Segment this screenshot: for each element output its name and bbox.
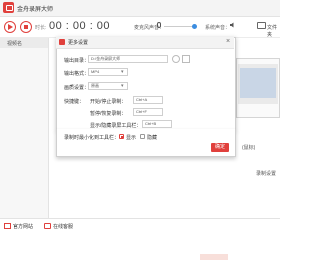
speaker-icon[interactable] <box>230 22 235 28</box>
show-checkbox[interactable] <box>119 134 124 139</box>
output-format-label: 输出格式： <box>64 71 90 77</box>
chevron-down-icon[interactable]: ▾ <box>121 68 124 76</box>
output-dir-field[interactable]: D:\金舟录屏大师 <box>88 55 168 63</box>
system-audio-label: 系统声音： <box>205 25 231 31</box>
output-dir-label: 输出目录： <box>64 58 90 64</box>
background-settings-label[interactable]: 录制设置 <box>256 170 276 177</box>
preview-thumbnail-content <box>240 68 276 98</box>
hotkey-label: 快捷键： <box>64 99 85 105</box>
confirm-button[interactable]: 确定 <box>211 143 229 152</box>
dialog-title: 更多设置 <box>68 40 89 46</box>
folder-icon[interactable] <box>257 22 266 29</box>
online-support-link[interactable]: 在线客服 <box>53 223 73 230</box>
duration-label: 时长: <box>35 25 47 31</box>
pause-resume-hotkey-field[interactable]: Ctrl+F <box>133 108 163 116</box>
pause-resume-hotkey-label: 暂停/恢复录制： <box>90 111 127 117</box>
microphone-icon[interactable] <box>157 22 161 28</box>
mic-volume-slider[interactable] <box>164 26 194 27</box>
mic-volume-knob[interactable] <box>192 24 197 29</box>
background-option-label: (鼠标) <box>242 145 256 151</box>
settings-icon <box>59 39 65 45</box>
decorative-shape <box>200 254 228 260</box>
quality-label: 画质设置： <box>64 85 90 91</box>
recording-timer: 00 : 00 : 00 <box>49 20 111 32</box>
hide-checkbox[interactable] <box>140 134 145 139</box>
video-name-column-header: 视频名 <box>7 41 23 47</box>
chat-icon <box>44 223 51 229</box>
toggle-toolbar-hotkey-label: 显示/隐藏录屏工具栏： <box>90 123 142 129</box>
app-title: 金舟录屏大师 <box>17 7 54 13</box>
record-button[interactable] <box>4 21 16 33</box>
hide-option-label[interactable]: 隐藏 <box>147 134 157 141</box>
open-folder-label[interactable]: 文件夹 <box>267 24 280 38</box>
toggle-toolbar-hotkey-field[interactable]: Ctrl+B <box>142 120 172 128</box>
close-icon[interactable]: × <box>226 38 230 46</box>
chevron-down-icon[interactable]: ▾ <box>121 82 124 90</box>
app-logo-icon <box>3 2 14 13</box>
show-option-label[interactable]: 显示 <box>126 134 136 141</box>
stop-button[interactable] <box>20 21 32 33</box>
browse-dir-button[interactable] <box>172 55 180 63</box>
video-list-panel <box>0 38 49 218</box>
footer-divider <box>0 218 280 219</box>
open-dir-button[interactable] <box>182 55 190 63</box>
start-stop-hotkey-field[interactable]: Ctrl+A <box>133 96 163 104</box>
official-site-link[interactable]: 官方网站 <box>13 223 33 230</box>
start-stop-hotkey-label: 开始/停止录制： <box>90 99 127 105</box>
website-icon <box>4 223 11 229</box>
minimize-to-toolbar-label: 录制时最小化到工具栏： <box>64 135 120 141</box>
